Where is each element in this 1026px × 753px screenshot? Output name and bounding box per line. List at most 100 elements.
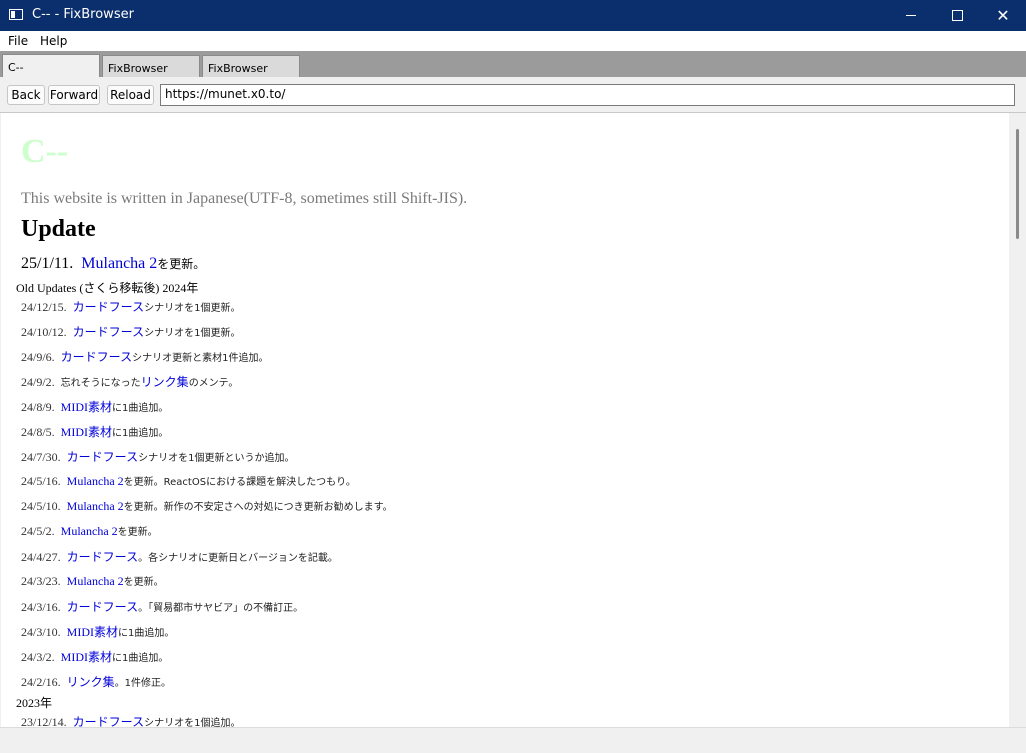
entry-date: 24/8/5. bbox=[21, 425, 55, 439]
encoding-notice: This website is written in Japanese(UTF-… bbox=[21, 190, 468, 207]
entry-text: に1曲追加。 bbox=[112, 428, 169, 439]
entry-date: 24/3/23. bbox=[21, 574, 61, 588]
entry-date: 24/5/2. bbox=[21, 524, 55, 538]
entry-text: を更新。 bbox=[117, 527, 158, 538]
update-entry: 23/12/14. カードフースシナリオを1個追加。 bbox=[21, 713, 240, 727]
old-updates-label: Old Updates (さくら移転後) 2024年 bbox=[16, 279, 198, 296]
minimize-icon bbox=[906, 15, 916, 16]
update-entry: 24/7/30. カードフースシナリオを1個更新というか追加。 bbox=[21, 448, 294, 465]
entry-text: シナリオを1個追加。 bbox=[144, 718, 241, 727]
entry-text: を更新。新作の不安定さへの対処につき更新お勧めします。 bbox=[123, 502, 393, 513]
entry-text: に1曲追加。 bbox=[112, 653, 169, 664]
update-entry: 24/2/16. リンク集。1件修正。 bbox=[21, 673, 171, 690]
menu-file[interactable]: File bbox=[8, 34, 28, 48]
update-heading: Update bbox=[21, 216, 96, 242]
entry-date: 24/3/10. bbox=[21, 625, 61, 639]
maximize-icon bbox=[951, 10, 963, 21]
update-entry: 24/5/10. Mulancha 2を更新。新作の不安定さへの対処につき更新お… bbox=[21, 498, 393, 514]
entry-date: 24/12/15. bbox=[21, 300, 67, 314]
forward-button[interactable]: Forward bbox=[48, 85, 100, 105]
entry-text: を更新。ReactOSにおける課題を解決したつもり。 bbox=[123, 477, 356, 488]
site-title: C-- bbox=[21, 133, 69, 170]
latest-update: 25/1/11. Mulancha 2を更新。 bbox=[21, 255, 205, 273]
entry-date: 24/7/30. bbox=[21, 450, 61, 464]
entry-link[interactable]: カードフース bbox=[73, 325, 144, 339]
entry-date: 24/2/16. bbox=[21, 675, 61, 689]
update-entry: 24/5/16. Mulancha 2を更新。ReactOSにおける課題を解決し… bbox=[21, 473, 356, 489]
entry-text: を更新。 bbox=[123, 577, 164, 588]
menu-bar: File Help bbox=[0, 31, 1026, 51]
entry-date: 24/5/10. bbox=[21, 499, 61, 513]
entry-link[interactable]: MIDI素材 bbox=[61, 425, 112, 439]
entry-text: 。「貿易都市サヤビア」の不備訂正。 bbox=[138, 603, 304, 614]
year-2023-text: 2023年 bbox=[16, 696, 53, 710]
menu-help[interactable]: Help bbox=[40, 34, 67, 48]
entry-text: のメンテ。 bbox=[188, 378, 239, 389]
update-entry: 24/10/12. カードフースシナリオを1個更新。 bbox=[21, 323, 240, 340]
tab-c-minus-minus[interactable]: C-- bbox=[2, 54, 100, 78]
entry-date: 24/3/2. bbox=[21, 650, 55, 664]
entry-date: 24/10/12. bbox=[21, 325, 67, 339]
old-updates-text: Old Updates (さくら移転後) 2024年 bbox=[16, 281, 199, 295]
minimize-button[interactable] bbox=[888, 0, 934, 31]
entry-link[interactable]: カードフース bbox=[67, 550, 138, 564]
entry-link[interactable]: MIDI素材 bbox=[61, 400, 112, 414]
entry-link[interactable]: Mulancha 2 bbox=[67, 499, 124, 513]
entry-link[interactable]: MIDI素材 bbox=[67, 625, 118, 639]
update-entry: 24/9/2. 忘れそうになったリンク集のメンテ。 bbox=[21, 373, 238, 390]
navigation-bar: Back Forward Reload https://munet.x0.to/ bbox=[0, 77, 1026, 113]
entry-link[interactable]: MIDI素材 bbox=[61, 650, 112, 664]
entry-date: 24/9/6. bbox=[21, 350, 55, 364]
update-entry: 24/3/23. Mulancha 2を更新。 bbox=[21, 573, 164, 589]
back-button[interactable]: Back bbox=[7, 85, 45, 105]
reload-button[interactable]: Reload bbox=[107, 85, 154, 105]
entry-text: シナリオを1個更新。 bbox=[144, 328, 241, 339]
entry-link[interactable]: Mulancha 2 bbox=[67, 474, 124, 488]
close-button[interactable]: ✕ bbox=[980, 0, 1026, 31]
page-content: C-- This website is written in Japanese(… bbox=[1, 113, 1009, 727]
year-2023-label: 2023年 bbox=[16, 694, 52, 711]
entry-text: シナリオ更新と素材1件追加。 bbox=[132, 353, 269, 364]
entry-link[interactable]: カードフース bbox=[73, 300, 144, 314]
entry-text: に1曲追加。 bbox=[118, 628, 175, 639]
window-title: C-- - FixBrowser bbox=[32, 7, 134, 22]
maximize-button[interactable] bbox=[934, 0, 980, 31]
url-input[interactable]: https://munet.x0.to/ bbox=[160, 84, 1015, 106]
entry-link[interactable]: Mulancha 2 bbox=[61, 524, 118, 538]
update-entry: 24/9/6. カードフースシナリオ更新と素材1件追加。 bbox=[21, 348, 268, 365]
tab-fixbrowser-1[interactable]: FixBrowser bbox=[102, 55, 200, 77]
entry-link[interactable]: リンク集 bbox=[67, 675, 115, 689]
entry-link[interactable]: カードフース bbox=[73, 715, 144, 727]
latest-text: を更新。 bbox=[157, 257, 206, 271]
app-window-icon bbox=[9, 9, 23, 20]
vertical-scrollbar[interactable] bbox=[1009, 113, 1026, 727]
close-icon: ✕ bbox=[996, 5, 1010, 25]
entry-link[interactable]: カードフース bbox=[67, 600, 138, 614]
entry-date: 24/8/9. bbox=[21, 400, 55, 414]
update-entry: 24/5/2. Mulancha 2を更新。 bbox=[21, 523, 158, 539]
tab-strip: C-- FixBrowser FixBrowser bbox=[0, 51, 1026, 78]
entry-text: シナリオを1個更新。 bbox=[144, 303, 241, 314]
entry-text: シナリオを1個更新というか追加。 bbox=[138, 453, 295, 464]
entry-date: 23/12/14. bbox=[21, 715, 67, 727]
entry-link[interactable]: カードフース bbox=[61, 350, 132, 364]
entry-text: 。各シナリオに更新日とバージョンを記載。 bbox=[138, 553, 338, 564]
entry-text: 。1件修正。 bbox=[114, 678, 172, 689]
tab-fixbrowser-2[interactable]: FixBrowser bbox=[202, 55, 300, 77]
latest-link[interactable]: Mulancha 2 bbox=[81, 255, 157, 272]
scrollbar-thumb[interactable] bbox=[1016, 129, 1019, 239]
update-entry: 24/8/9. MIDI素材に1曲追加。 bbox=[21, 398, 168, 415]
entry-text: に1曲追加。 bbox=[112, 403, 169, 414]
latest-date: 25/1/11. bbox=[21, 255, 74, 272]
update-entry: 24/12/15. カードフースシナリオを1個更新。 bbox=[21, 298, 240, 315]
entry-link[interactable]: Mulancha 2 bbox=[67, 574, 124, 588]
entry-link[interactable]: カードフース bbox=[67, 450, 138, 464]
entry-date: 24/4/27. bbox=[21, 550, 61, 564]
update-entry: 24/8/5. MIDI素材に1曲追加。 bbox=[21, 423, 168, 440]
status-bar bbox=[0, 727, 1026, 753]
update-entry: 24/3/16. カードフース。「貿易都市サヤビア」の不備訂正。 bbox=[21, 598, 303, 615]
entry-pre-text: 忘れそうになった bbox=[60, 378, 141, 389]
entry-date: 24/5/16. bbox=[21, 474, 61, 488]
update-entry: 24/4/27. カードフース。各シナリオに更新日とバージョンを記載。 bbox=[21, 548, 338, 565]
entry-link[interactable]: リンク集 bbox=[141, 375, 189, 389]
